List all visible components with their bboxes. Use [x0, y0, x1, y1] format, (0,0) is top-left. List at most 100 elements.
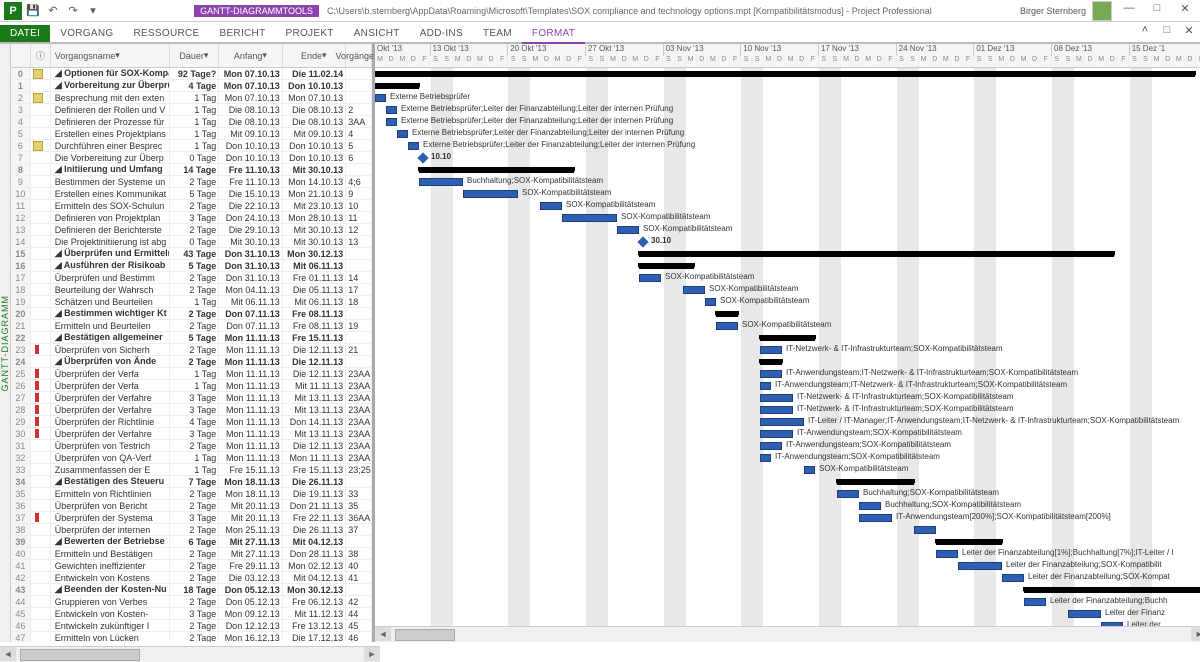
timescale: Okt '1313 Okt '1320 Okt '1327 Okt '1303 … [375, 44, 1200, 68]
table-row[interactable]: 40Ermitteln und Bestätigen2 TageMit 27.1… [11, 548, 372, 560]
table-row[interactable]: 14Die Projektinitiierung ist abg0 TageMi… [11, 236, 372, 248]
col-header-duration[interactable]: Dauer ▾ [170, 44, 220, 67]
table-row[interactable]: 5Erstellen eines Projektplans1 TagMit 09… [11, 128, 372, 140]
table-row[interactable]: 39◢ Bewerten der Betriebse6 TageMit 27.1… [11, 536, 372, 548]
undo-icon[interactable]: ↶ [44, 2, 62, 20]
table-row[interactable]: 22◢ Bestätigen allgemeiner5 TageMon 11.1… [11, 332, 372, 344]
scroll-left-icon[interactable]: ◄ [0, 647, 16, 661]
table-row[interactable]: 12Definieren von Projektplan3 TageDon 24… [11, 212, 372, 224]
table-row[interactable]: 30Überprüfen der Verfahre3 TageMon 11.11… [11, 428, 372, 440]
table-row[interactable]: 41Gewichten ineffizienter2 TageFre 29.11… [11, 560, 372, 572]
table-row[interactable]: 7Die Vorbereitung zur Überp0 TageDon 10.… [11, 152, 372, 164]
chart-body[interactable]: Externe BetriebsprüferExterne Betriebspr… [375, 68, 1200, 626]
col-header-predecessors[interactable]: Vorgänge... [346, 44, 372, 67]
gantt-chart: Okt '1313 Okt '1320 Okt '1327 Okt '1303 … [375, 44, 1200, 642]
close-icon[interactable]: ✕ [1174, 2, 1196, 20]
table-row[interactable]: 47Ermitteln von Lücken2 TageMon 16.12.13… [11, 632, 372, 642]
redo-icon[interactable]: ↷ [64, 2, 82, 20]
table-row[interactable]: 18Beurteilung der Wahrsch2 TageMon 04.11… [11, 284, 372, 296]
grid-body[interactable]: 0◢ Optionen für SOX-Kompat92 Tage?Mon 07… [11, 68, 372, 642]
table-row[interactable]: 4Definieren der Prozesse für1 TagDie 08.… [11, 116, 372, 128]
col-header-indicator[interactable]: ⓘ [31, 44, 51, 67]
ribbon-tabs: DATEI VORGANG RESSOURCE BERICHT PROJEKT … [0, 22, 1200, 44]
table-row[interactable]: 32Überprüfen von QA-Verf1 TagMon 11.11.1… [11, 452, 372, 464]
scroll-left-icon[interactable]: ◄ [375, 627, 391, 641]
table-row[interactable]: 28Überprüfen der Verfahre3 TageMon 11.11… [11, 404, 372, 416]
table-row[interactable]: 15◢ Überprüfen und Ermitteln v43 TageDon… [11, 248, 372, 260]
chart-h-scrollbar[interactable]: ◄ ► [375, 626, 1200, 642]
table-row[interactable]: 11Ermitteln des SOX-Schulun2 TageDie 22.… [11, 200, 372, 212]
table-row[interactable]: 38Überprüfen der internen2 TageMon 25.11… [11, 524, 372, 536]
table-row[interactable]: 20◢ Bestimmen wichtiger Kt2 TageDon 07.1… [11, 308, 372, 320]
table-row[interactable]: 3Definieren der Rollen und V1 TagDie 08.… [11, 104, 372, 116]
flag-indicator-icon [35, 513, 39, 522]
table-row[interactable]: 13Definieren der Berichterste2 TageDie 2… [11, 224, 372, 236]
contextual-tool-label: GANTT-DIAGRAMMTOOLS [194, 5, 319, 17]
restore-icon[interactable]: □ [1146, 2, 1168, 20]
view-tab-gantt[interactable]: GANTT-DIAGRAMM [0, 44, 11, 642]
tab-file[interactable]: DATEI [0, 25, 50, 42]
document-title: C:\Users\b.sternberg\AppData\Roaming\Mic… [327, 6, 932, 16]
table-row[interactable]: 17Überprüfen und Bestimm2 TageDon 31.10.… [11, 272, 372, 284]
ribbon-restore-icon[interactable]: □ [1156, 24, 1178, 42]
flag-indicator-icon [35, 417, 39, 426]
minimize-icon[interactable]: — [1118, 2, 1140, 20]
table-row[interactable]: 43◢ Beenden der Kosten-Nu18 TageDon 05.1… [11, 584, 372, 596]
title-bar: P 💾 ↶ ↷ ▾ GANTT-DIAGRAMMTOOLS C:\Users\b… [0, 0, 1200, 22]
tab-ressource[interactable]: RESSOURCE [123, 25, 209, 42]
tab-addins[interactable]: ADD-INS [410, 25, 473, 42]
table-row[interactable]: 46Entwickeln zukünftiger I2 TageDon 12.1… [11, 620, 372, 632]
project-icon[interactable]: P [4, 2, 22, 20]
tab-bericht[interactable]: BERICHT [209, 25, 275, 42]
flag-indicator-icon [35, 381, 39, 390]
table-row[interactable]: 44Gruppieren von Verbes2 TageDon 05.12.1… [11, 596, 372, 608]
col-header-start[interactable]: Anfang ▾ [219, 44, 282, 67]
table-row[interactable]: 16◢ Ausführen der Risikoab5 TageDon 31.1… [11, 260, 372, 272]
table-row[interactable]: 42Entwickeln von Kostens2 TageDie 03.12.… [11, 572, 372, 584]
grid-header: ⓘ Vorgangsname ▾ Dauer ▾ Anfang ▾ Ende ▾… [11, 44, 372, 68]
table-row[interactable]: 45Entwickeln von Kosten-3 TageMon 09.12.… [11, 608, 372, 620]
grid-h-scrollbar[interactable]: ◄ ► [0, 646, 380, 662]
user-avatar[interactable] [1092, 1, 1112, 21]
table-row[interactable]: 1◢ Vorbereitung zur Überprü4 TageMon 07.… [11, 80, 372, 92]
table-row[interactable]: 2Besprechung mit den exten1 TagMon 07.10… [11, 92, 372, 104]
flag-indicator-icon [35, 345, 39, 354]
ribbon-close-icon[interactable]: ✕ [1178, 24, 1200, 42]
table-row[interactable]: 27Überprüfen der Verfahre3 TageMon 11.11… [11, 392, 372, 404]
table-row[interactable]: 0◢ Optionen für SOX-Kompat92 Tage?Mon 07… [11, 68, 372, 80]
table-row[interactable]: 31Überprüfen von Testrich2 TageMon 11.11… [11, 440, 372, 452]
table-row[interactable]: 26Überprüfen der Verfa1 TagMon 11.11.13M… [11, 380, 372, 392]
table-row[interactable]: 21Ermitteln und Beurteilen2 TageDon 07.1… [11, 320, 372, 332]
tab-team[interactable]: Team [473, 25, 522, 42]
table-row[interactable]: 33Zusammenfassen der E1 TagFre 15.11.13F… [11, 464, 372, 476]
scroll-right-icon[interactable]: ► [364, 647, 380, 661]
tab-ansicht[interactable]: ANSICHT [344, 25, 410, 42]
table-row[interactable]: 36Überprüfen von Bericht2 TageMit 20.11.… [11, 500, 372, 512]
table-row[interactable]: 25Überprüfen der Verfa1 TagMon 11.11.13D… [11, 368, 372, 380]
table-row[interactable]: 29Überprüfen der Richtlinie4 TageMon 11.… [11, 416, 372, 428]
table-row[interactable]: 9Bestimmen der Systeme un2 TageFre 11.10… [11, 176, 372, 188]
quick-access-toolbar: P 💾 ↶ ↷ ▾ [0, 2, 106, 20]
save-icon[interactable]: 💾 [24, 2, 42, 20]
table-row[interactable]: 35Ermitteln von Richtlinien2 TageMon 18.… [11, 488, 372, 500]
col-header-name[interactable]: Vorgangsname ▾ [51, 44, 170, 67]
table-row[interactable]: 10Erstellen eines Kommunikat5 TageDie 15… [11, 188, 372, 200]
qat-menu-icon[interactable]: ▾ [84, 2, 102, 20]
table-row[interactable]: 24◢ Überprüfen von Ände2 TageMon 11.11.1… [11, 356, 372, 368]
tab-format[interactable]: FORMAT [522, 25, 585, 44]
table-row[interactable]: 8◢ Initiierung und Umfang14 TageFre 11.1… [11, 164, 372, 176]
table-row[interactable]: 23Überprüfen von Sicherh2 TageMon 11.11.… [11, 344, 372, 356]
col-header-id[interactable] [11, 44, 31, 67]
ribbon-collapse-icon[interactable]: ˄ [1134, 24, 1156, 42]
table-row[interactable]: 19Schätzen und Beurteilen1 TagMit 06.11.… [11, 296, 372, 308]
table-row[interactable]: 6Durchführen einer Besprec1 TagDon 10.10… [11, 140, 372, 152]
note-indicator-icon [33, 93, 43, 103]
scroll-right-icon[interactable]: ► [1191, 627, 1200, 641]
flag-indicator-icon [35, 405, 39, 414]
table-row[interactable]: 37Überprüfen der Systema3 TageMit 20.11.… [11, 512, 372, 524]
user-name: Birger Sternberg [1020, 6, 1086, 16]
tab-vorgang[interactable]: VORGANG [50, 25, 123, 42]
flag-indicator-icon [35, 393, 39, 402]
tab-projekt[interactable]: PROJEKT [275, 25, 343, 42]
table-row[interactable]: 34◢ Bestätigen des Steueru7 TageMon 18.1… [11, 476, 372, 488]
